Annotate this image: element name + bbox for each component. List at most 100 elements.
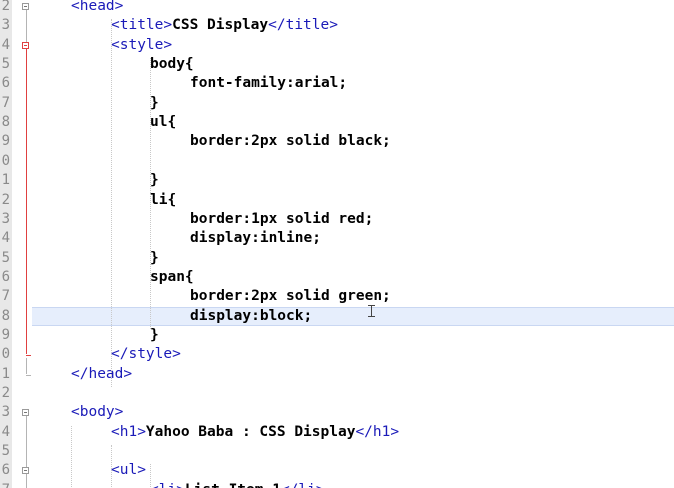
line-number: 4 — [1, 423, 10, 440]
code-line[interactable]: 9} — [0, 326, 674, 345]
indent-guide — [111, 19, 113, 387]
css-token: display:block; — [190, 307, 313, 324]
code-line[interactable]: 9 border:2px solid black; — [0, 132, 674, 151]
line-number: 2 — [1, 0, 10, 14]
indent-guide — [150, 464, 152, 488]
indent-guide — [71, 425, 73, 488]
css-token: body{ — [150, 56, 194, 73]
line-number: 0 — [1, 346, 10, 363]
html-tag-token: <title> — [111, 17, 173, 34]
current-line-highlight — [32, 306, 674, 326]
code-text[interactable]: span{ — [150, 268, 194, 287]
code-text[interactable]: <li>List Item 1</li> — [150, 481, 325, 488]
text-token: CSS Display — [172, 17, 269, 34]
code-text[interactable]: <head> — [71, 0, 123, 16]
line-number: 4 — [1, 36, 10, 53]
code-text[interactable]: <title>CSS Display</title> — [111, 16, 338, 35]
line-number: 2 — [1, 191, 10, 208]
code-line[interactable]: 3 <title>CSS Display</title> — [0, 16, 674, 35]
html-tag-token: <body> — [71, 404, 124, 421]
line-number: 3 — [1, 404, 10, 421]
code-text[interactable]: <body> — [71, 403, 123, 422]
line-number: 3 — [1, 210, 10, 227]
indent-guide — [150, 58, 152, 329]
code-line[interactable]: 5 body{ — [0, 55, 674, 74]
code-line[interactable]: 4 display:inline; — [0, 229, 674, 248]
code-line[interactable]: 7 <li>List Item 1</li> — [0, 481, 674, 488]
css-token: ul{ — [150, 114, 177, 131]
line-number: 9 — [1, 326, 10, 343]
line-number: 8 — [1, 114, 10, 131]
code-line[interactable]: 6 font-family:arial; — [0, 74, 674, 93]
code-line[interactable]: 8 display:block; — [0, 306, 674, 326]
code-text[interactable]: border:1px solid red; — [190, 210, 373, 229]
code-text[interactable]: border:2px solid black; — [190, 132, 391, 151]
line-number: 5 — [1, 249, 10, 266]
line-number: 0 — [1, 152, 10, 169]
line-number: 2 — [1, 385, 10, 401]
line-number: 5 — [1, 443, 10, 460]
code-text[interactable]: display:block; — [190, 307, 312, 326]
code-editor[interactable]: 2 <head> 3 <title>CSS Display</title> 4 <styl… — [0, 0, 674, 488]
code-text[interactable]: display:inline; — [190, 229, 321, 248]
html-tag-token: <style> — [111, 36, 173, 53]
code-text[interactable]: body{ — [150, 55, 194, 74]
code-line[interactable]: 2 — [0, 384, 674, 403]
line-number: 6 — [1, 462, 10, 479]
html-tag-token: <h1> — [111, 423, 146, 440]
html-tag-token: <head> — [71, 0, 124, 14]
css-token: font-family:arial; — [190, 75, 348, 92]
code-line[interactable]: 5 — [0, 442, 674, 461]
code-line[interactable]: 8 ul{ — [0, 113, 674, 132]
code-line[interactable]: 7} — [0, 94, 674, 113]
code-line[interactable]: 0 </style> — [0, 345, 674, 364]
code-text[interactable]: border:2px solid green; — [190, 287, 391, 306]
html-tag-token: </h1> — [355, 423, 400, 440]
code-line[interactable]: 2 li{ — [0, 191, 674, 210]
code-text[interactable]: <h1>Yahoo Baba : CSS Display</h1> — [111, 423, 399, 442]
text-token: List Item 1 — [185, 482, 281, 488]
css-token: li{ — [150, 191, 177, 208]
line-number: 7 — [1, 288, 10, 305]
line-number: 4 — [1, 230, 10, 247]
code-line[interactable]: 4 <style> — [0, 36, 674, 55]
html-tag-token: </title> — [268, 17, 338, 34]
code-text[interactable]: <style> — [111, 36, 172, 55]
code-line[interactable]: 3 <body> — [0, 403, 674, 422]
line-number: 1 — [1, 365, 10, 382]
code-line[interactable]: 2 <head> — [0, 0, 674, 16]
line-number: 1 — [1, 172, 10, 189]
code-line[interactable]: 0 — [0, 152, 674, 171]
indent-guide — [111, 445, 113, 488]
code-text[interactable]: </head> — [71, 365, 132, 384]
css-token: border:1px solid red; — [190, 210, 374, 227]
code-text[interactable]: ul{ — [150, 113, 176, 132]
css-token: } — [150, 326, 159, 343]
code-line[interactable]: 1 </head> — [0, 365, 674, 384]
html-tag-token: </head> — [71, 365, 133, 382]
code-line[interactable]: 6 <ul> — [0, 461, 674, 480]
line-number: 6 — [1, 75, 10, 92]
code-text[interactable]: </style> — [111, 345, 181, 364]
code-text[interactable]: <ul> — [111, 461, 146, 480]
html-tag-token: </li> — [281, 482, 325, 488]
css-token: display:inline; — [190, 230, 321, 247]
html-tag-token: <li> — [150, 482, 185, 488]
line-number: 3 — [1, 17, 10, 34]
html-tag-token: <ul> — [111, 462, 146, 479]
code-line[interactable]: 7 border:2px solid green; — [0, 287, 674, 306]
text-token: Yahoo Baba : CSS Display — [145, 423, 356, 440]
code-line[interactable]: 1} — [0, 171, 674, 190]
code-text[interactable]: font-family:arial; — [190, 74, 347, 93]
line-number: 6 — [1, 268, 10, 285]
line-number: 7 — [0, 481, 10, 488]
code-line[interactable]: 5} — [0, 249, 674, 268]
code-line[interactable]: 6 span{ — [0, 268, 674, 287]
line-number: 9 — [1, 133, 10, 150]
code-line[interactable]: 4 <h1>Yahoo Baba : CSS Display</h1> — [0, 423, 674, 442]
css-token: border:2px solid green; — [190, 288, 391, 305]
css-token: span{ — [150, 268, 194, 285]
code-text[interactable]: li{ — [150, 191, 176, 210]
code-line[interactable]: 3 border:1px solid red; — [0, 210, 674, 229]
line-number: 5 — [1, 56, 10, 73]
